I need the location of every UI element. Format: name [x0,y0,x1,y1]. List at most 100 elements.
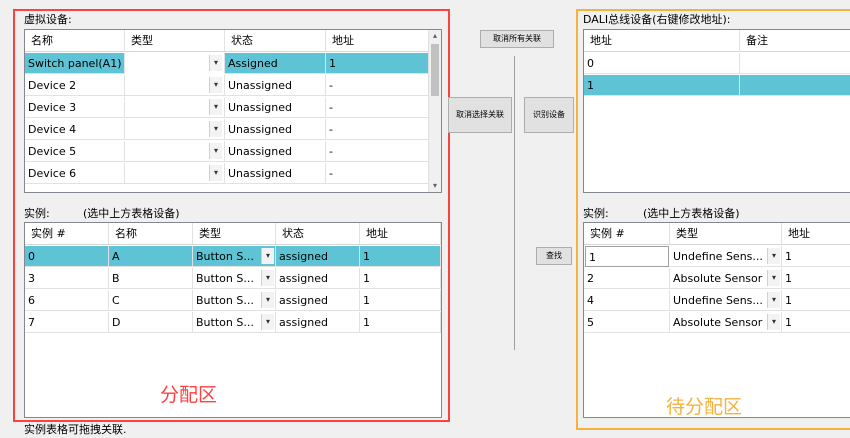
cell-instance-id: 0 [25,246,109,267]
cell-type[interactable]: ▾ [125,141,225,162]
column-header-instance[interactable]: 实例 # [584,223,670,245]
cell-address: 0 [584,53,740,74]
cell-state: Assigned [225,53,326,74]
cell-address: 1 [326,53,430,74]
virtual-row[interactable]: Device 2 ▾ Unassigned - [25,75,430,96]
instance-hint: (选中上方表格设备) [643,207,740,220]
dropdown-arrow-icon[interactable]: ▾ [209,77,222,93]
cell-instance-id: 4 [584,290,670,311]
scrollbar-thumb[interactable] [431,44,439,96]
cell-type[interactable]: ▾ [125,97,225,118]
column-header-instance[interactable]: 实例 # [25,223,109,245]
virtual-row[interactable]: Device 4 ▾ Unassigned - [25,119,430,140]
cell-name: Device 6 [25,163,125,184]
instance-row[interactable]: 1 Undefine Sens... ▾ 1 [584,246,850,267]
cell-instance-id: 3 [25,268,109,289]
instance-row[interactable]: 5 Absolute Sensor ▾ 1 [584,312,850,333]
dropdown-arrow-icon[interactable]: ▾ [209,121,222,137]
cell-address: 1 [782,290,850,311]
instance-row[interactable]: 7 D Button S... ▾ assigned 1 [25,312,441,333]
dropdown-arrow-icon[interactable]: ▾ [209,165,222,181]
virtual-row[interactable]: Switch panel(A1) ▾ Assigned 1 [25,53,430,74]
cell-name: A [109,246,193,267]
cell-type[interactable]: Absolute Sensor ▾ [670,312,782,333]
cell-type[interactable]: ▾ [125,119,225,140]
cell-address: - [326,97,430,118]
cell-name: Device 3 [25,97,125,118]
cell-type[interactable]: Undefine Sens... ▾ [670,290,782,311]
cell-address: 1 [782,268,850,289]
cell-type[interactable]: Button S... ▾ [193,246,276,267]
column-header-name[interactable]: 名称 [25,30,125,52]
dropdown-arrow-icon[interactable]: ▾ [767,270,780,286]
dropdown-arrow-icon[interactable]: ▾ [261,270,274,286]
dropdown-arrow-icon[interactable]: ▾ [767,314,780,330]
cell-name: Device 2 [25,75,125,96]
dropdown-arrow-icon[interactable]: ▾ [209,143,222,159]
vertical-scrollbar[interactable]: ▴ ▾ [428,30,441,192]
instance-grid-header: 实例 # 类型 地址 [584,223,850,245]
cell-name: Switch panel(A1) [25,53,125,74]
instance-row[interactable]: 6 C Button S... ▾ assigned 1 [25,290,441,311]
scroll-up-icon[interactable]: ▴ [429,30,441,42]
cell-address: 1 [360,290,441,311]
dali-devices-grid[interactable]: 地址 备注 0 1 [583,29,850,193]
cell-type[interactable]: Button S... ▾ [193,290,276,311]
dropdown-arrow-icon[interactable]: ▾ [261,292,274,308]
column-header-type[interactable]: 类型 [125,30,225,52]
instance-row[interactable]: 3 B Button S... ▾ assigned 1 [25,268,441,289]
scroll-down-icon[interactable]: ▾ [429,180,441,192]
cell-address: 1 [360,246,441,267]
column-header-type[interactable]: 类型 [670,223,782,245]
assigned-zone-label: 分配区 [160,384,218,406]
assigned-instances-grid[interactable]: 实例 # 名称 类型 状态 地址 0 A Button S... ▾ assign… [24,222,442,418]
column-header-state[interactable]: 状态 [276,223,360,245]
column-header-address[interactable]: 地址 [326,30,430,52]
dropdown-arrow-icon[interactable]: ▾ [209,55,222,71]
cancel-all-associations-button[interactable]: 取消所有关联 [480,30,554,48]
instance-row[interactable]: 2 Absolute Sensor ▾ 1 [584,268,850,289]
dropdown-arrow-icon[interactable]: ▾ [261,314,274,330]
cell-type[interactable]: ▾ [125,53,225,74]
dropdown-arrow-icon[interactable]: ▾ [261,248,274,264]
column-header-address[interactable]: 地址 [584,30,740,52]
virtual-devices-grid[interactable]: 名称 类型 状态 地址 Switch panel(A1) ▾ Assigned … [24,29,442,193]
column-header-type[interactable]: 类型 [193,223,276,245]
cell-type[interactable]: Undefine Sens... ▾ [670,246,782,267]
unassigned-zone-label: 待分配区 [666,396,743,418]
dropdown-arrow-icon[interactable]: ▾ [209,99,222,115]
cell-type[interactable]: Button S... ▾ [193,268,276,289]
cell-type[interactable]: ▾ [125,163,225,184]
dali-row[interactable]: 0 [584,53,850,74]
dropdown-arrow-icon[interactable]: ▾ [767,292,780,308]
instance-hint: (选中上方表格设备) [83,207,180,220]
column-header-state[interactable]: 状态 [225,30,326,52]
find-button[interactable]: 查找 [536,247,572,265]
instance-label: 实例: [24,207,50,220]
cell-name: D [109,312,193,333]
instance-row[interactable]: 0 A Button S... ▾ assigned 1 [25,246,441,267]
virtual-row[interactable]: Device 3 ▾ Unassigned - [25,97,430,118]
cell-address: - [326,119,430,140]
cell-state: assigned [276,312,360,333]
dali-row[interactable]: 1 [584,75,850,96]
virtual-row[interactable]: Device 5 ▾ Unassigned - [25,141,430,162]
column-header-note[interactable]: 备注 [740,30,850,52]
column-header-address[interactable]: 地址 [360,223,441,245]
instance-row[interactable]: 4 Undefine Sens... ▾ 1 [584,290,850,311]
virtual-row[interactable]: Device 6 ▾ Unassigned - [25,163,430,184]
dropdown-arrow-icon[interactable]: ▾ [767,248,780,264]
cell-type[interactable]: ▾ [125,75,225,96]
cell-type[interactable]: Button S... ▾ [193,312,276,333]
unassigned-instances-grid[interactable]: 实例 # 类型 地址 1 Undefine Sens... ▾ 1 2 Absol… [583,222,850,418]
column-header-address[interactable]: 地址 [782,223,850,245]
cancel-selected-association-button[interactable]: 取消选择关联 [448,97,512,133]
identify-device-button[interactable]: 识别设备 [524,97,574,133]
cell-type[interactable]: Absolute Sensor ▾ [670,268,782,289]
cell-state: Unassigned [225,75,326,96]
cell-address: 1 [360,268,441,289]
cell-note [740,53,850,74]
dali-grid-header: 地址 备注 [584,30,850,52]
column-header-name[interactable]: 名称 [109,223,193,245]
cell-instance-id[interactable]: 1 [585,246,669,267]
